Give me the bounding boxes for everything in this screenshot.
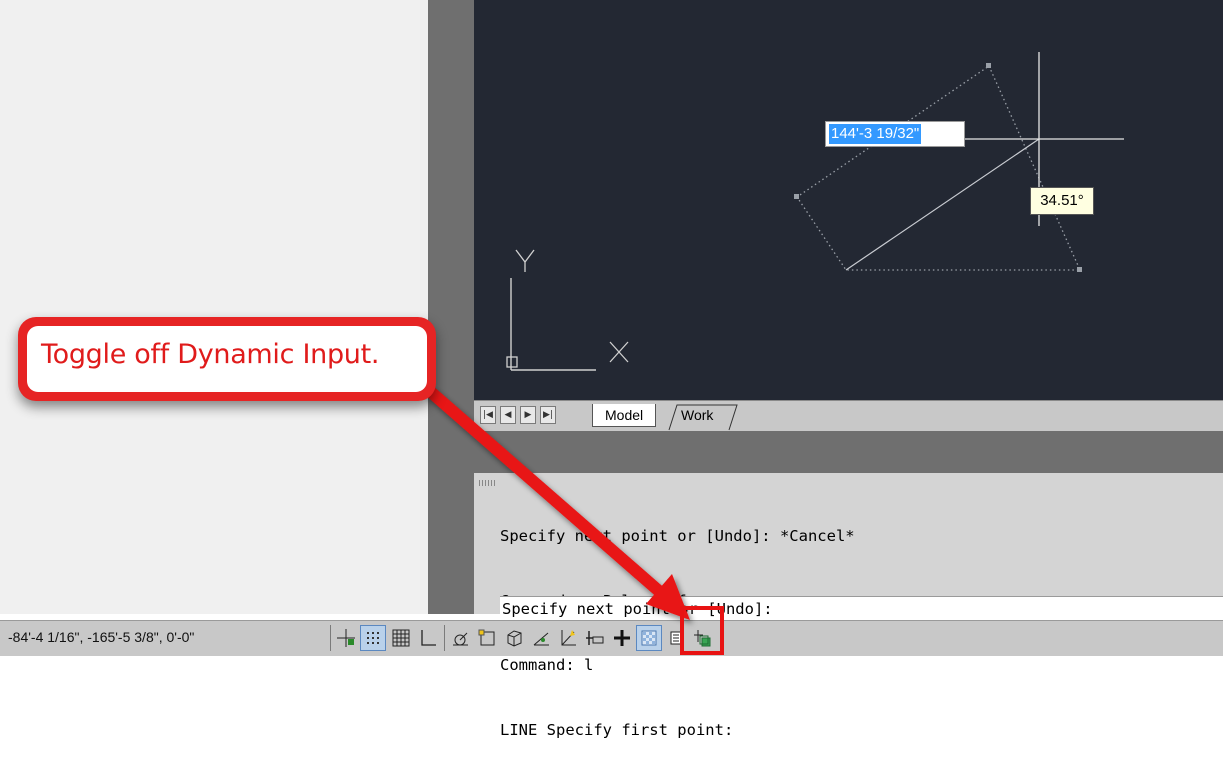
annotation-callout-body: Toggle off Dynamic Input. [27,326,427,392]
annotation-callout-text: Toggle off Dynamic Input. [41,339,380,370]
dynamic-input-highlight-box [680,606,724,655]
command-history-line: LINE Specify first point: [500,720,734,739]
command-history-line: Command: l [500,656,594,674]
annotation-callout: Toggle off Dynamic Input. [18,317,436,401]
